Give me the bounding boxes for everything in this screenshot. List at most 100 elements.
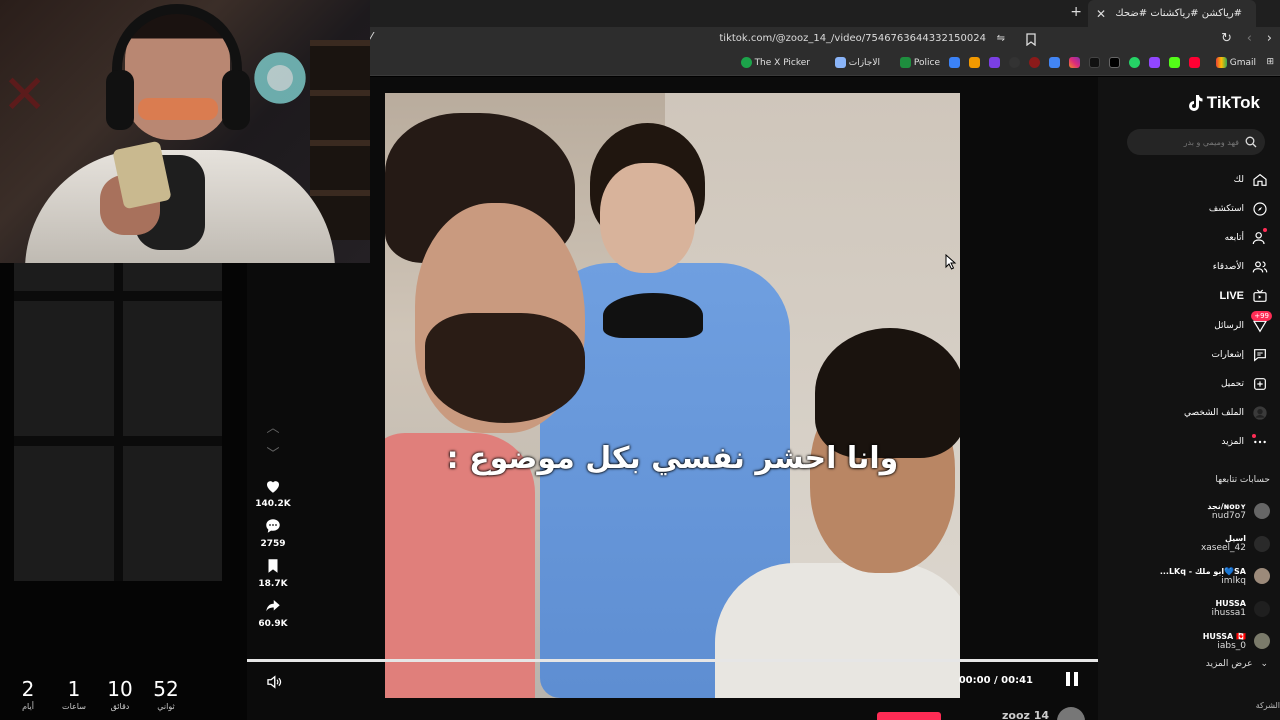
cam-headset-ear: [222, 70, 250, 130]
following-accounts-list: ɴᴏᴅʏ/نجد nud7o7 اسيل xaseel_42 SA💙ابو ملك …: [1120, 495, 1270, 658]
site-settings-icon[interactable]: ⇋: [997, 33, 1005, 44]
new-tab-button[interactable]: +: [1070, 4, 1082, 20]
translate-icon[interactable]: [1049, 57, 1060, 68]
bookmark-gmail[interactable]: Gmail: [1215, 57, 1256, 68]
follow-strip[interactable]: [877, 712, 941, 720]
sidebar-toggle-icon[interactable]: ⁄: [370, 31, 372, 46]
bookmark-page-icon[interactable]: [1026, 33, 1036, 46]
cam-glasses: [138, 98, 218, 120]
forward-icon[interactable]: ‹: [1247, 31, 1252, 46]
compass-icon: [1253, 202, 1267, 216]
avatar: [1254, 600, 1270, 617]
following-account[interactable]: HUSSA 🇨🇦 iabs_0: [1120, 625, 1270, 658]
bookmark-icon-purple[interactable]: [989, 57, 1000, 68]
comment-button[interactable]: 2759: [255, 517, 291, 549]
back-icon[interactable]: ›: [1267, 31, 1272, 46]
youtube-icon[interactable]: [1189, 57, 1200, 68]
video-man-beard: [425, 313, 585, 423]
prev-video-icon[interactable]: ︿: [255, 417, 291, 443]
share-count: 60.9K: [258, 619, 288, 629]
next-video-icon[interactable]: ﹀: [255, 443, 291, 469]
video-girl-face: [600, 163, 695, 273]
avatar: [1254, 535, 1270, 552]
video-boy-hair: [815, 328, 960, 458]
instagram-icon[interactable]: [1069, 57, 1080, 68]
sidebar-item-following[interactable]: أتابعه: [1118, 223, 1268, 252]
profile-avatar-icon: [1253, 406, 1267, 420]
countdown-hours: 1 ساعات: [62, 677, 86, 711]
close-tab-icon[interactable]: ✕: [1096, 7, 1106, 21]
bookmark-icon-blue[interactable]: [949, 57, 960, 68]
browser-window: + #رياكشن #رياكشنات #ضحك | ... ✕ ⁄ tikto…: [247, 0, 1280, 720]
following-account[interactable]: اسيل xaseel_42: [1120, 528, 1270, 561]
user-add-icon: [1252, 232, 1265, 245]
avatar: [1254, 503, 1270, 520]
whatsapp-icon[interactable]: [1129, 57, 1140, 68]
bookmark-vacations[interactable]: الاجازات: [834, 57, 880, 68]
company-link[interactable]: الشركة: [1256, 701, 1280, 710]
share-button[interactable]: 60.9K: [255, 597, 291, 629]
upload-plus-icon: [1254, 377, 1266, 390]
avatar: [1254, 568, 1270, 585]
twitch-icon[interactable]: [1149, 57, 1160, 68]
video-girl-bow: [603, 293, 703, 338]
sidebar-item-friends[interactable]: الأصدقاء: [1118, 253, 1268, 282]
bookmark-police[interactable]: Police: [899, 57, 940, 68]
video-boy-shirt: [715, 563, 960, 698]
creator-avatar[interactable]: [1057, 707, 1085, 720]
sidebar-item-messages[interactable]: 99+ الرسائل: [1118, 310, 1272, 340]
search-icon[interactable]: [1245, 136, 1257, 148]
save-button[interactable]: 18.7K: [255, 557, 291, 589]
url-text[interactable]: tiktok.com/@zooz_14_/video/7546763644332…: [719, 33, 986, 44]
like-button[interactable]: 140.2K: [255, 477, 291, 509]
grid-cell: [14, 263, 114, 291]
sidebar-item-explore[interactable]: استكشف: [1118, 194, 1268, 223]
bookmark-icon-red[interactable]: [1029, 57, 1040, 68]
video-player-area: وانا احشر نفسي بكل موضوع : ︿ ﹀ 140.2K 27…: [247, 77, 1098, 720]
creator-handle[interactable]: zooz 14: [1002, 709, 1049, 720]
chevron-down-icon: ⌄: [1260, 659, 1268, 669]
browser-tab[interactable]: #رياكشن #رياكشنات #ضحك | ... ✕: [1088, 0, 1256, 27]
avatar: [1254, 633, 1270, 650]
tiktok-sidebar: TikTok لك استكشف أتابعه: [1117, 77, 1280, 720]
see-more-button[interactable]: ⌄ عرض المزيد: [1206, 659, 1268, 669]
reload-icon[interactable]: ↻: [1221, 31, 1232, 46]
volume-icon[interactable]: [265, 673, 283, 691]
bookmark-icon-orange[interactable]: [969, 57, 980, 68]
following-account[interactable]: HUSSA ihussa1: [1120, 593, 1270, 626]
github-icon[interactable]: [1009, 57, 1020, 68]
address-bar[interactable]: ⁄ tiktok.com/@zooz_14_/video/75467636443…: [370, 27, 1280, 52]
mouse-cursor-icon: [945, 254, 957, 270]
video-time: 00:00 / 00:41: [958, 675, 1033, 686]
like-count: 140.2K: [255, 499, 291, 509]
heart-icon: [267, 481, 279, 493]
sidebar-item-more[interactable]: المزيد: [1118, 428, 1268, 457]
sidebar-item-activity[interactable]: إشعارات: [1118, 340, 1268, 369]
sidebar-item-profile[interactable]: الملف الشخصي: [1118, 399, 1268, 428]
tiktok-icon[interactable]: [1089, 57, 1100, 68]
share-icon: [266, 600, 280, 612]
video-actions: ︿ ﹀ 140.2K 2759 18.7K 60.9K: [255, 417, 291, 629]
x-icon[interactable]: [1109, 57, 1120, 68]
tab-title: #رياكشن #رياكشنات #ضحك | ...: [1112, 8, 1243, 19]
following-account[interactable]: SA💙ابو ملك - LKq... imlkq: [1120, 560, 1270, 593]
apps-icon[interactable]: ⊞: [1266, 57, 1274, 67]
bookmark-x-picker[interactable]: The X Picker: [740, 57, 810, 68]
video-caption: وانا احشر نفسي بكل موضوع :: [446, 441, 899, 476]
tiktok-logo[interactable]: TikTok: [1188, 93, 1260, 113]
sidebar-item-foryou[interactable]: لك: [1118, 165, 1268, 194]
kick-icon[interactable]: [1169, 57, 1180, 68]
cam-x-logo: ✕: [2, 63, 48, 126]
sidebar-item-live[interactable]: LIVE: [1118, 282, 1268, 311]
search-input[interactable]: [1139, 137, 1239, 147]
comment-icon: [266, 519, 280, 533]
notification-dot: [1252, 433, 1256, 438]
pause-button[interactable]: [1064, 672, 1080, 690]
following-accounts-title: حسابات تتابعها: [1215, 475, 1270, 485]
video-frame[interactable]: وانا احشر نفسي بكل موضوع :: [385, 93, 960, 698]
tab-strip: + #رياكشن #رياكشنات #ضحك | ... ✕: [370, 0, 1280, 27]
video-progress-bar[interactable]: [247, 659, 1098, 662]
sidebar-item-upload[interactable]: تحميل: [1118, 369, 1268, 398]
search-box[interactable]: [1127, 129, 1265, 155]
following-account[interactable]: ɴᴏᴅʏ/نجد nud7o7: [1120, 495, 1270, 528]
